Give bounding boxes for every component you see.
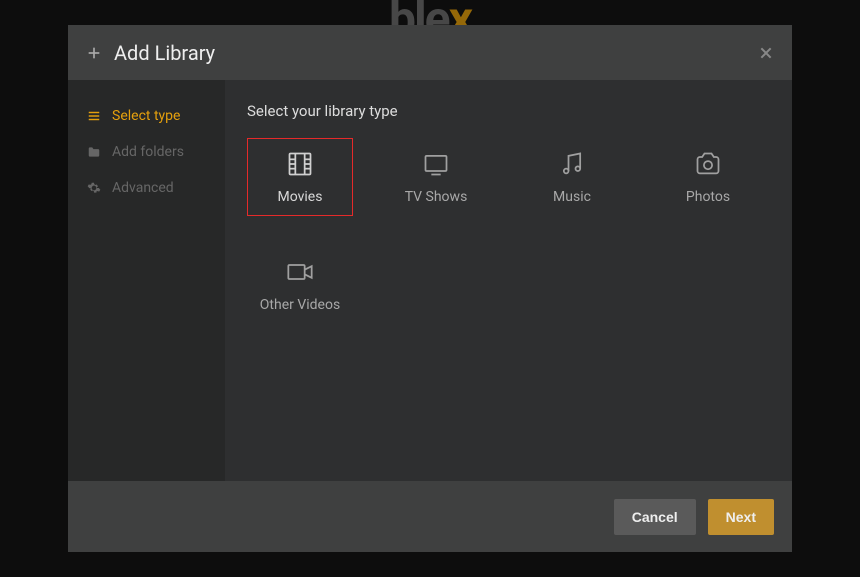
sidebar-item-add-folders[interactable]: Add folders <box>68 134 225 170</box>
type-card-movies[interactable]: Movies <box>247 138 353 216</box>
next-button[interactable]: Next <box>708 499 774 535</box>
modal-title: Add Library <box>114 41 215 65</box>
sidebar-item-select-type[interactable]: Select type <box>68 98 225 134</box>
close-icon <box>758 45 774 61</box>
list-icon <box>86 108 102 124</box>
library-type-grid: Movies TV Shows Music <box>247 138 770 324</box>
gear-icon <box>86 180 102 196</box>
type-label: Movies <box>278 189 323 205</box>
wizard-sidebar: Select type Add folders Advanced <box>68 80 225 481</box>
type-label: TV Shows <box>405 189 468 205</box>
add-library-modal: Add Library Select type Add folders <box>68 25 792 552</box>
tv-icon <box>421 149 451 179</box>
close-button[interactable] <box>758 45 774 61</box>
type-label: Music <box>553 189 591 205</box>
sidebar-item-label: Advanced <box>112 180 174 196</box>
type-label: Other Videos <box>260 297 340 313</box>
type-card-tvshows[interactable]: TV Shows <box>383 138 489 216</box>
plus-icon <box>86 45 102 61</box>
sidebar-item-advanced[interactable]: Advanced <box>68 170 225 206</box>
panel-heading: Select your library type <box>247 102 770 120</box>
folder-icon <box>86 144 102 160</box>
type-card-photos[interactable]: Photos <box>655 138 761 216</box>
modal-footer: Cancel Next <box>68 481 792 552</box>
type-label: Photos <box>686 189 730 205</box>
type-card-other-videos[interactable]: Other Videos <box>247 246 353 324</box>
main-panel: Select your library type Movies TV Shows <box>225 80 792 481</box>
camera-icon <box>693 149 723 179</box>
sidebar-item-label: Add folders <box>112 144 184 160</box>
sidebar-item-label: Select type <box>112 108 180 124</box>
video-icon <box>285 257 315 287</box>
modal-header: Add Library <box>68 25 792 80</box>
modal-body: Select type Add folders Advanced Select … <box>68 80 792 481</box>
cancel-button[interactable]: Cancel <box>614 499 696 535</box>
film-icon <box>285 149 315 179</box>
music-icon <box>557 149 587 179</box>
type-card-music[interactable]: Music <box>519 138 625 216</box>
